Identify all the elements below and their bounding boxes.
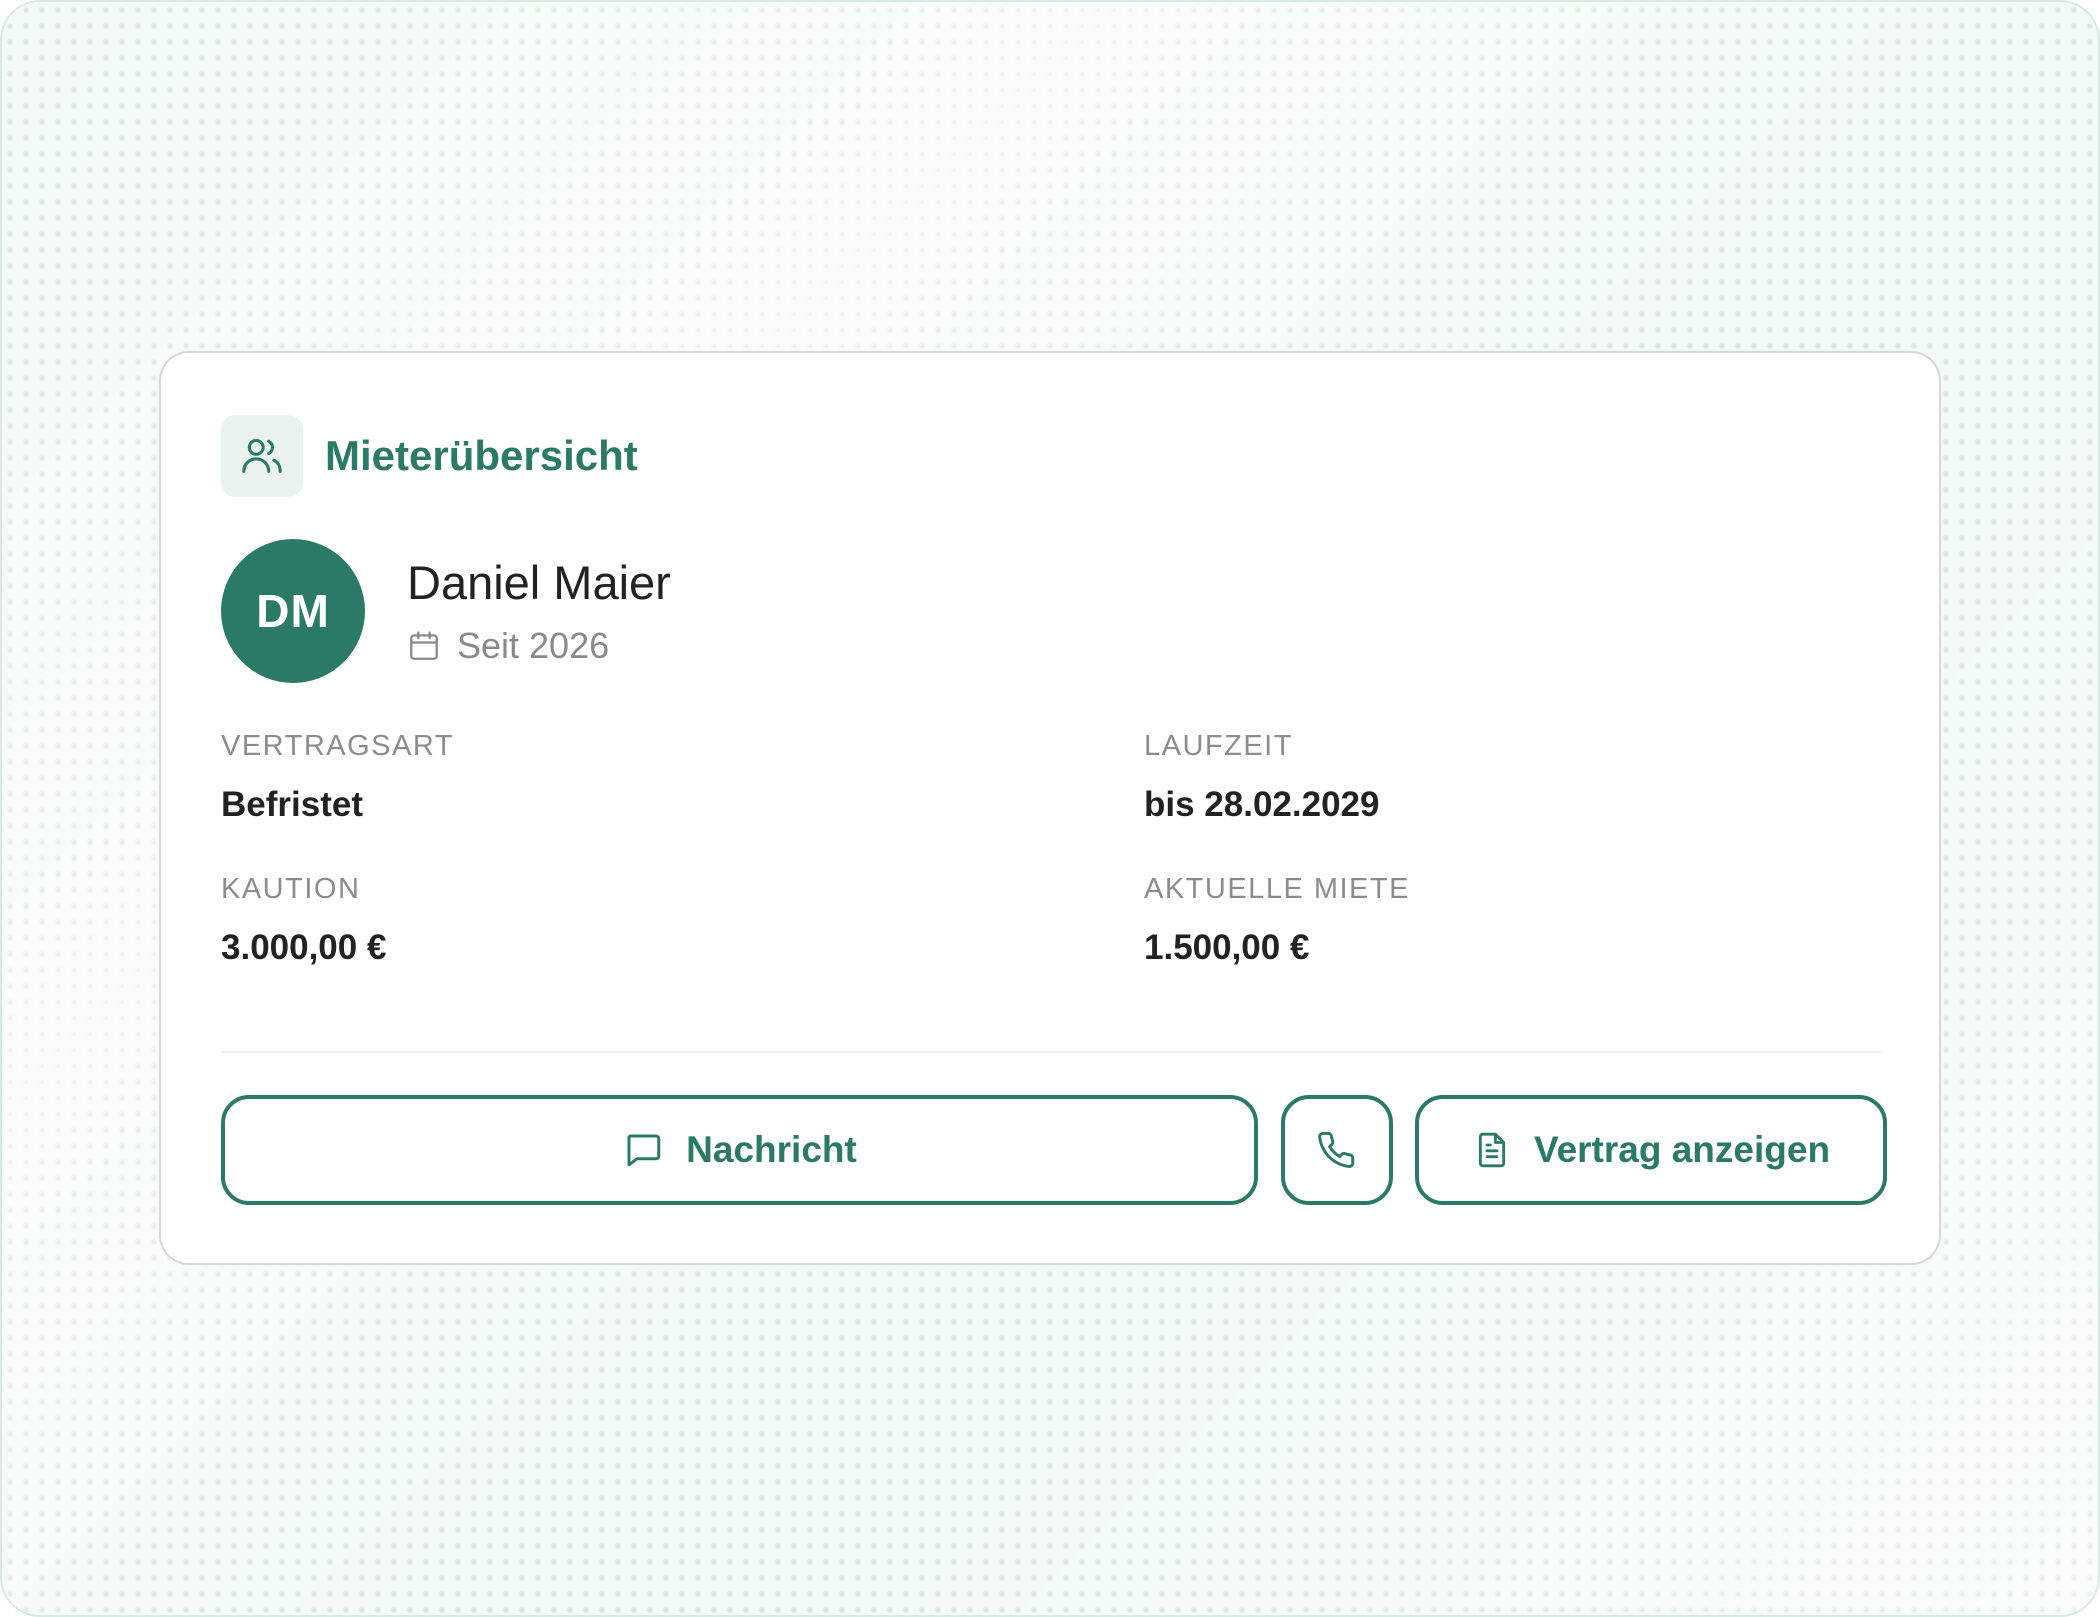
- field-value: 3.000,00 €: [221, 928, 387, 967]
- view-contract-button[interactable]: Vertrag anzeigen: [1415, 1095, 1887, 1205]
- message-button-label: Nachricht: [686, 1129, 857, 1170]
- calendar-icon: [410, 631, 438, 660]
- tenant-summary: DM Daniel Maier Seit 2026: [221, 539, 671, 683]
- field-value: Befristet: [221, 785, 363, 824]
- tenant-overview-card: Mieterübersicht DM Daniel Maier Seit 202…: [159, 351, 1941, 1265]
- file-text-icon: [1478, 1132, 1506, 1168]
- field-label: AKTUELLE MIETE: [1144, 873, 1410, 905]
- tenant-info: Daniel Maier Seit 2026: [407, 555, 671, 667]
- tenant-since: Seit 2026: [407, 625, 671, 667]
- divider: [221, 1051, 1881, 1053]
- field-value: 1.500,00 €: [1144, 928, 1310, 967]
- field-contract-type: VERTRAGSART Befristet: [221, 728, 454, 826]
- tenant-name: Daniel Maier: [407, 556, 671, 609]
- field-term: LAUFZEIT bis 28.02.2029: [1144, 728, 1379, 826]
- field-label: KAUTION: [221, 873, 361, 905]
- background-frame: Mieterübersicht DM Daniel Maier Seit 202…: [0, 0, 2100, 1617]
- message-square-icon: [627, 1134, 661, 1167]
- field-value: bis 28.02.2029: [1144, 785, 1380, 824]
- avatar: DM: [221, 539, 365, 683]
- call-button[interactable]: [1281, 1095, 1393, 1205]
- message-button[interactable]: Nachricht: [221, 1095, 1258, 1205]
- field-current-rent: AKTUELLE MIETE 1.500,00 €: [1144, 871, 1410, 969]
- card-header: Mieterübersicht: [221, 415, 638, 497]
- field-label: VERTRAGSART: [221, 730, 454, 762]
- phone-icon: [1318, 1131, 1355, 1168]
- view-contract-button-label: Vertrag anzeigen: [1533, 1129, 1831, 1170]
- field-deposit: KAUTION 3.000,00 €: [221, 871, 386, 969]
- tenant-since-text: Seit 2026: [457, 625, 610, 666]
- field-label: LAUFZEIT: [1144, 730, 1293, 762]
- users-icon: [221, 415, 303, 497]
- card-title: Mieterübersicht: [325, 432, 638, 479]
